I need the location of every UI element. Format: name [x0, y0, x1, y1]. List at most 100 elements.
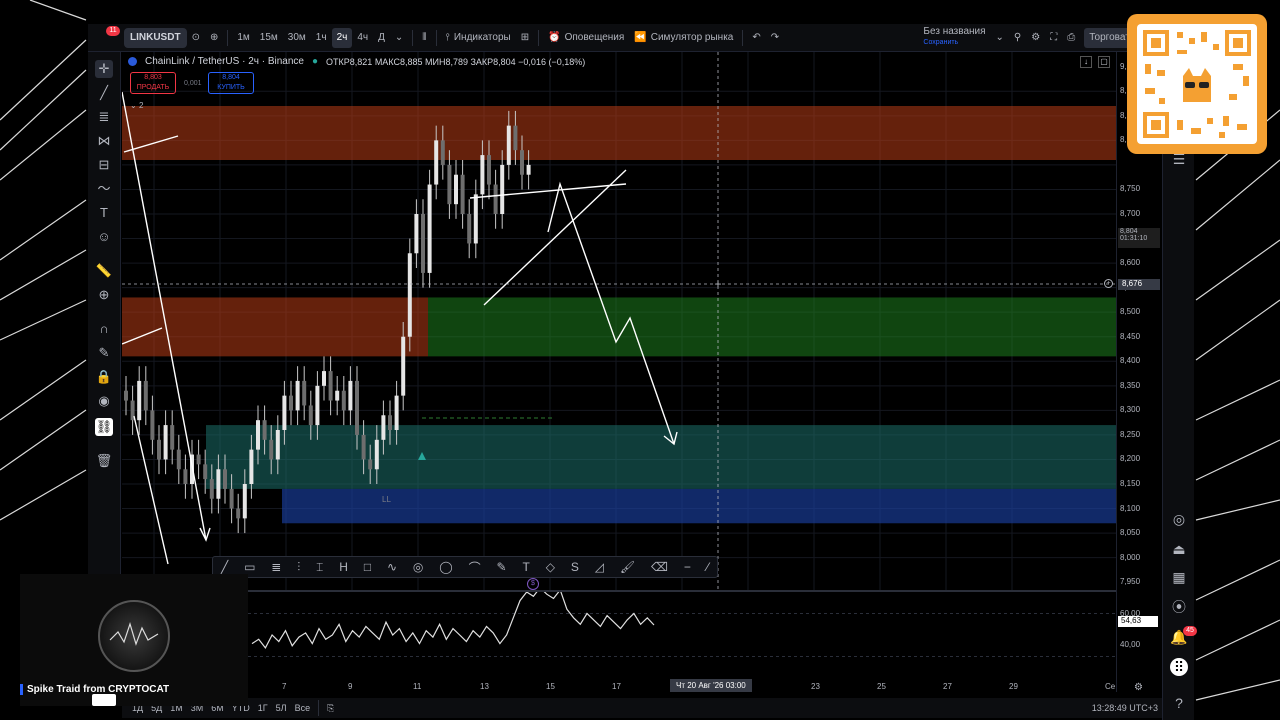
- collapse-indicators-button[interactable]: ⌄ 2: [130, 101, 143, 110]
- callout-icon[interactable]: ▭: [244, 560, 255, 574]
- divider: [412, 29, 414, 46]
- rectangle-icon[interactable]: □: [364, 560, 371, 574]
- circle-icon[interactable]: ◎: [413, 560, 423, 574]
- parallel-channel-icon[interactable]: ⫶: [297, 560, 300, 575]
- brush-tool-icon[interactable]: 🖌: [620, 560, 635, 574]
- redo-icon[interactable]: ↷: [766, 28, 784, 48]
- undo-icon[interactable]: ↶: [747, 28, 765, 48]
- rsi-pane[interactable]: [122, 592, 1116, 678]
- range-all[interactable]: Все: [291, 703, 315, 713]
- chart-legend: ChainLink / TetherUS · 2ч · Binance ● ОТ…: [128, 56, 585, 67]
- replay-button[interactable]: ⏪ Симулятор рынка: [629, 28, 738, 48]
- time-label: 23: [811, 682, 820, 691]
- event-marker-icon[interactable]: $: [527, 578, 539, 590]
- ruler-icon[interactable]: 📏: [95, 262, 113, 280]
- brush-icon[interactable]: 〜: [95, 180, 113, 198]
- target-icon[interactable]: ◎: [1170, 510, 1188, 528]
- emoji-icon[interactable]: ☺: [95, 228, 113, 246]
- divider: [742, 29, 744, 46]
- sell-button[interactable]: 8,803 ПРОДАТЬ: [130, 72, 176, 94]
- interval-1h[interactable]: 1ч: [311, 28, 332, 48]
- compare-icon[interactable]: ⊙: [187, 28, 205, 48]
- curve-icon[interactable]: S: [571, 560, 579, 574]
- fill-icon[interactable]: ◿: [595, 560, 604, 574]
- zoom-icon[interactable]: ⊕: [95, 286, 113, 304]
- interval-2h[interactable]: 2ч: [331, 27, 353, 48]
- rsi-line: [251, 592, 655, 650]
- clock-label[interactable]: 13:28:49 UTC+3: [1088, 703, 1162, 713]
- rewind-icon: ⏪: [634, 32, 647, 43]
- time-axis[interactable]: 7 9 11 13 15 17 23 25 27 29 Се Чт 20 Авг…: [122, 678, 1116, 696]
- add-symbol-icon[interactable]: ⊕: [205, 28, 223, 48]
- arc-icon[interactable]: ⌒: [469, 559, 481, 576]
- price-tick: 8,050: [1120, 528, 1141, 538]
- goto-date-icon[interactable]: ⎘: [323, 703, 338, 714]
- trend-line-icon[interactable]: ╱: [95, 84, 113, 102]
- price-chart[interactable]: + LL: [122, 52, 1116, 592]
- range-1y[interactable]: 1Г: [254, 703, 272, 713]
- stream-widget-button[interactable]: [92, 694, 116, 706]
- screenshot-icon[interactable]: ⎙: [1062, 28, 1080, 48]
- text-tool-icon[interactable]: T: [522, 560, 529, 574]
- interval-30m[interactable]: 30м: [283, 28, 311, 48]
- download-icon[interactable]: ↓: [1080, 56, 1092, 68]
- apps-grid-icon[interactable]: ⠿: [1170, 658, 1188, 676]
- symbol-search-button[interactable]: LINKUSDT: [124, 27, 187, 48]
- broadcast-icon[interactable]: ⦿: [1170, 598, 1188, 616]
- buy-label: КУПИТЬ: [217, 84, 245, 91]
- fullscreen-icon[interactable]: ⛶: [1045, 28, 1062, 48]
- indicators-label: Индикаторы: [453, 32, 511, 43]
- pen-icon[interactable]: ✎: [497, 560, 507, 574]
- position-icon[interactable]: ⊟: [95, 156, 113, 174]
- zigzag-icon[interactable]: ∿: [387, 560, 397, 574]
- interval-15m[interactable]: 15м: [255, 28, 283, 48]
- quick-search-icon[interactable]: ⚲: [1009, 28, 1026, 48]
- eraser-icon[interactable]: ⌫: [651, 560, 668, 574]
- interval-4h[interactable]: 4ч: [352, 28, 373, 48]
- ellipse-icon[interactable]: ◯: [439, 560, 452, 574]
- buy-button[interactable]: 8,804 КУПИТЬ: [208, 72, 254, 94]
- range-5y[interactable]: 5Л: [272, 703, 291, 713]
- interval-dropdown-icon[interactable]: ⌄: [390, 28, 408, 48]
- text-icon[interactable]: T: [95, 204, 113, 222]
- help-icon[interactable]: ?: [1170, 694, 1188, 712]
- qr-code: [1137, 24, 1257, 144]
- indicators-button[interactable]: ⫯ Индикаторы: [441, 28, 516, 48]
- maximize-icon[interactable]: ▢: [1098, 56, 1110, 68]
- h-bar-icon[interactable]: H: [339, 560, 348, 574]
- calendar-icon[interactable]: ▦: [1170, 568, 1188, 586]
- t-bar-icon[interactable]: ⌶: [316, 560, 323, 575]
- settings-icon[interactable]: ⚙: [1026, 28, 1045, 48]
- interval-1m[interactable]: 1м: [232, 28, 254, 48]
- fib-tool-icon[interactable]: ≣: [271, 560, 281, 574]
- magnet-icon[interactable]: ∩: [95, 320, 113, 338]
- layers-icon[interactable]: ⏏: [1170, 540, 1188, 558]
- drawing-toolbar: ✛ ╱ ≣ ⋈ ⊟ 〜 T ☺ 📏 ⊕ ∩ ✎ 🔒 ◉ ⛓ 🗑: [88, 52, 121, 642]
- stay-drawing-icon[interactable]: ✎: [95, 344, 113, 362]
- candle-body: [454, 174, 458, 205]
- link-icon[interactable]: ⛓: [95, 418, 113, 436]
- chart-type-icon[interactable]: ⫴: [417, 28, 431, 48]
- minus-icon[interactable]: −: [684, 560, 691, 574]
- axis-settings-icon[interactable]: ⚙: [1134, 682, 1143, 693]
- trash-icon[interactable]: 🗑: [95, 452, 113, 470]
- fib-icon[interactable]: ≣: [95, 108, 113, 126]
- interval-1d[interactable]: Д: [373, 28, 390, 48]
- candle-body: [414, 214, 419, 254]
- candle-body: [328, 371, 333, 401]
- eye-icon[interactable]: ◉: [95, 392, 113, 410]
- templates-icon[interactable]: ⊞: [516, 28, 534, 48]
- line-tool-icon[interactable]: ╱: [221, 560, 228, 574]
- diamond-icon[interactable]: ◇: [546, 560, 555, 574]
- zone-supply: [122, 297, 428, 357]
- time-label: 13: [480, 682, 489, 691]
- add-alert-icon[interactable]: +: [1104, 279, 1113, 288]
- candle-body: [480, 155, 485, 195]
- alerts-button[interactable]: ⏰ Оповещения: [543, 28, 629, 48]
- wand-icon[interactable]: ⁄: [707, 560, 709, 574]
- crosshair-icon[interactable]: ✛: [95, 60, 113, 78]
- lock-icon[interactable]: 🔒: [95, 368, 113, 386]
- pattern-icon[interactable]: ⋈: [95, 132, 113, 150]
- layout-button[interactable]: Без названия Сохранить: [918, 26, 990, 50]
- layout-dropdown-icon[interactable]: ⌄: [991, 28, 1009, 48]
